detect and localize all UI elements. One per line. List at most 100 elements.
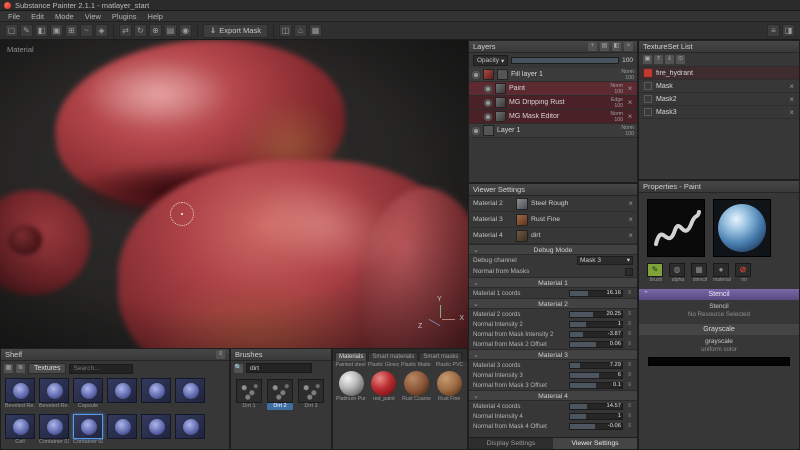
panel-toggle-icon[interactable]: ◨	[782, 24, 795, 37]
material-label[interactable]: Plastic Matte Pure	[401, 362, 432, 368]
tab-display-settings[interactable]: Display Settings	[469, 438, 553, 449]
material-3-section-header[interactable]: ⌄ Material 3	[469, 349, 637, 360]
smudge-tool-icon[interactable]: ~	[80, 24, 93, 37]
symmetry-icon[interactable]: ⇄	[119, 24, 132, 37]
clear-material-button[interactable]: ×	[628, 231, 633, 240]
normal-intensity-2-slider[interactable]: 1	[569, 321, 623, 328]
perspective-icon[interactable]: ◫	[279, 24, 292, 37]
material-slot-2[interactable]: Material 2 Steel Rough ×	[469, 196, 637, 212]
eraser-tool-icon[interactable]: ◧	[35, 24, 48, 37]
shelf-search-input[interactable]	[69, 364, 133, 374]
normal-from-mask-3-offset-slider[interactable]: 0.1	[569, 382, 623, 389]
material-1-section-header[interactable]: ⌄ Material 1	[469, 277, 637, 288]
layer-visibility-icon[interactable]	[484, 99, 492, 107]
normal-from-mask-2-offset-slider[interactable]: 0.06	[569, 341, 623, 348]
slider-menu-icon[interactable]: ≡	[626, 413, 633, 419]
material-picker-icon[interactable]: ⊕	[149, 24, 162, 37]
menu-mode[interactable]: Mode	[55, 12, 74, 21]
clear-material-button[interactable]: ×	[628, 199, 633, 208]
axis-gizmo[interactable]: Y X Z	[418, 296, 464, 342]
grid-view-icon[interactable]: ▦	[4, 364, 13, 373]
normal-intensity-3-slider[interactable]: 6	[569, 372, 623, 379]
menu-file[interactable]: File	[8, 12, 20, 21]
remove-effect-button[interactable]: ×	[626, 98, 634, 107]
slider-menu-icon[interactable]: ≡	[626, 321, 633, 327]
alpha-slot[interactable]: ◍alpha	[669, 263, 687, 283]
material-4-coords-slider[interactable]: 14.57	[569, 403, 623, 410]
material-item[interactable]: Rust Fine	[434, 371, 464, 402]
textureset-row-mask[interactable]: Mask ×	[639, 80, 799, 93]
clear-material-button[interactable]: ×	[628, 215, 633, 224]
normal-from-mask-4-offset-slider[interactable]: -0.06	[569, 423, 623, 430]
dock-layout-icon[interactable]: ≡	[767, 24, 780, 37]
stamp-icon[interactable]: ▤	[164, 24, 177, 37]
layer-row-layer-1[interactable]: Layer 1 Norm100	[469, 124, 637, 138]
normal-from-mask-intensity-2-slider[interactable]: -3.87	[569, 331, 623, 338]
material-item[interactable]: Rust Coarse	[402, 371, 432, 402]
viewport-3d[interactable]: Material Y X Z	[0, 40, 468, 348]
menu-plugins[interactable]: Plugins	[112, 12, 137, 21]
remove-effect-button[interactable]: ×	[626, 84, 634, 93]
paint-tool-icon[interactable]: ✎	[20, 24, 33, 37]
settings-gear-icon[interactable]: ⊙	[676, 55, 685, 64]
shelf-item[interactable]	[175, 414, 205, 446]
shelf-item[interactable]	[141, 378, 171, 410]
layer-row-mg-mask-editor[interactable]: MG Mask Editor Norm100 ×	[469, 110, 637, 124]
layer-visibility-icon[interactable]	[472, 127, 480, 135]
material-label[interactable]: Plastic PVC	[434, 362, 465, 368]
brushes-search-input[interactable]	[246, 363, 312, 373]
select-tool-icon[interactable]: ▢	[5, 24, 18, 37]
slider-menu-icon[interactable]: ≡	[626, 423, 633, 429]
brush-item-selected[interactable]: Dirt 2	[267, 379, 293, 410]
tab-materials[interactable]: Materials	[335, 352, 367, 361]
brush-slot[interactable]: ✎brush	[647, 263, 665, 283]
environment-preview[interactable]	[713, 199, 771, 257]
projection-tool-icon[interactable]: ▣	[50, 24, 63, 37]
remove-channel-button[interactable]: ×	[789, 95, 794, 104]
opacity-slider[interactable]	[511, 57, 619, 64]
slider-menu-icon[interactable]: ≡	[626, 362, 633, 368]
shelf-item[interactable]: Beveled Re...	[5, 378, 35, 410]
debug-channel-dropdown[interactable]: Mask 3▾	[577, 256, 633, 265]
grayscale-color-swatch[interactable]	[648, 357, 790, 366]
slider-menu-icon[interactable]: ≡	[626, 403, 633, 409]
textureset-row-mask3[interactable]: Mask3 ×	[639, 106, 799, 119]
shelf-item[interactable]	[141, 414, 171, 446]
brush-item[interactable]: Dirt 1	[236, 379, 262, 410]
material-4-section-header[interactable]: ⌄ Material 4	[469, 390, 637, 401]
material-item[interactable]: red_paint	[369, 371, 399, 402]
material-slot-4[interactable]: Material 4 dirt ×	[469, 228, 637, 244]
remove-channel-button[interactable]: ×	[789, 82, 794, 91]
remove-channel-button[interactable]: ×	[789, 108, 794, 117]
shelf-item[interactable]	[107, 414, 137, 446]
import-icon[interactable]: ⇑	[654, 55, 663, 64]
blend-mode-dropdown[interactable]: Opacity▾	[473, 55, 508, 66]
debug-mode-section-header[interactable]: ⌄ Debug Mode	[469, 244, 637, 255]
material-label[interactable]: Plastic Glossy Pure	[368, 362, 399, 368]
layer-content-thumbnail[interactable]	[483, 69, 494, 80]
tab-smart-materials[interactable]: Smart materials	[368, 352, 418, 361]
layer-visibility-icon[interactable]	[484, 113, 492, 121]
lazy-mouse-icon[interactable]: ↻	[134, 24, 147, 37]
slider-menu-icon[interactable]: ≡	[626, 382, 633, 388]
add-folder-icon[interactable]: ▤	[600, 42, 609, 51]
camera-icon[interactable]: ⌂	[294, 24, 307, 37]
tab-viewer-settings[interactable]: Viewer Settings	[553, 438, 637, 449]
menu-edit[interactable]: Edit	[31, 12, 44, 21]
layer-row-fill-layer-1[interactable]: Fill layer 1 Norm100	[469, 68, 637, 82]
shelf-item[interactable]	[175, 378, 205, 410]
normal-intensity-4-slider[interactable]: 1	[569, 413, 623, 420]
generator-thumbnail[interactable]	[495, 111, 506, 122]
textureset-row-fire-hydrant[interactable]: fire_hydrant	[639, 67, 799, 80]
export-icon[interactable]: ⇓	[665, 55, 674, 64]
shelf-item[interactable]	[107, 378, 137, 410]
clone-tool-icon[interactable]: ◈	[95, 24, 108, 37]
add-fill-icon[interactable]: ◧	[612, 42, 621, 51]
no-resource-slot[interactable]: ⊘no	[735, 263, 753, 283]
normal-from-masks-checkbox[interactable]	[625, 268, 633, 276]
add-layer-icon[interactable]: +	[588, 42, 597, 51]
material-label[interactable]: Painted steel	[335, 362, 366, 368]
generator-thumbnail[interactable]	[495, 97, 506, 108]
display-mode-icon[interactable]: ▦	[309, 24, 322, 37]
material-1-coords-slider[interactable]: 16.16	[569, 290, 623, 297]
